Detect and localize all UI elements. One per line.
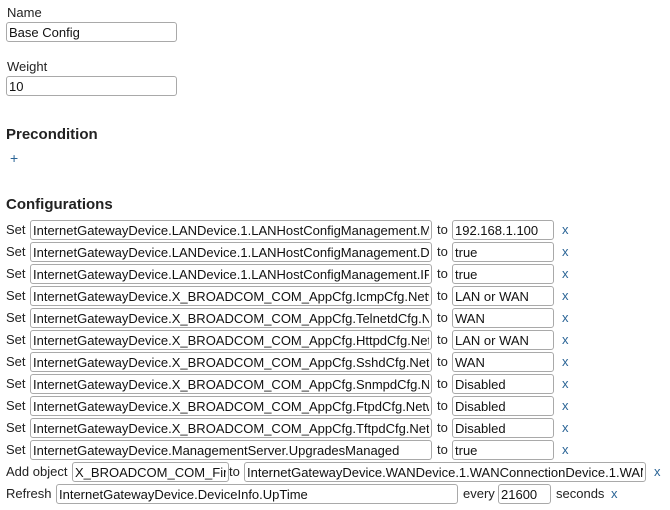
remove-set-button[interactable]: x: [562, 354, 569, 369]
set-to-label: to: [437, 222, 448, 237]
set-row: Set to x: [6, 220, 666, 240]
set-path-input[interactable]: [30, 264, 432, 284]
set-value-input[interactable]: [452, 330, 554, 350]
set-value-input[interactable]: [452, 220, 554, 240]
set-value-input[interactable]: [452, 264, 554, 284]
weight-input[interactable]: [6, 76, 177, 96]
set-path-input[interactable]: [30, 242, 432, 262]
set-row: Set to x: [6, 330, 666, 350]
set-label: Set: [6, 288, 26, 303]
set-label: Set: [6, 332, 26, 347]
refresh-label: Refresh: [6, 486, 52, 501]
remove-set-button[interactable]: x: [562, 244, 569, 259]
set-label: Set: [6, 398, 26, 413]
set-path-input[interactable]: [30, 440, 432, 460]
remove-set-button[interactable]: x: [562, 222, 569, 237]
set-path-input[interactable]: [30, 396, 432, 416]
set-to-label: to: [437, 354, 448, 369]
set-label: Set: [6, 420, 26, 435]
set-label: Set: [6, 310, 26, 325]
set-label: Set: [6, 442, 26, 457]
refresh-interval-input[interactable]: [498, 484, 551, 504]
set-row: Set to x: [6, 286, 666, 306]
add-object-to-label: to: [229, 464, 240, 479]
set-row: Set to x: [6, 308, 666, 328]
name-input[interactable]: [6, 22, 177, 42]
set-to-label: to: [437, 266, 448, 281]
set-row: Set to x: [6, 440, 666, 460]
set-row: Set to x: [6, 242, 666, 262]
remove-set-button[interactable]: x: [562, 288, 569, 303]
set-to-label: to: [437, 420, 448, 435]
set-to-label: to: [437, 310, 448, 325]
set-path-input[interactable]: [30, 374, 432, 394]
set-path-input[interactable]: [30, 308, 432, 328]
set-value-input[interactable]: [452, 308, 554, 328]
set-path-input[interactable]: [30, 418, 432, 438]
refresh-unit-label: seconds: [556, 486, 605, 501]
set-to-label: to: [437, 244, 448, 259]
set-value-input[interactable]: [452, 352, 554, 372]
name-label: Name: [7, 5, 42, 20]
remove-set-button[interactable]: x: [562, 398, 569, 413]
add-object-name-input[interactable]: [72, 462, 229, 482]
remove-set-button[interactable]: x: [562, 310, 569, 325]
set-row: Set to x: [6, 418, 666, 438]
remove-set-button[interactable]: x: [562, 332, 569, 347]
set-value-input[interactable]: [452, 396, 554, 416]
set-path-input[interactable]: [30, 286, 432, 306]
add-object-label: Add object: [6, 464, 68, 479]
remove-set-button[interactable]: x: [562, 420, 569, 435]
add-precondition-button[interactable]: +: [10, 150, 18, 166]
set-row: Set to x: [6, 264, 666, 284]
set-path-input[interactable]: [30, 330, 432, 350]
set-value-input[interactable]: [452, 242, 554, 262]
refresh-row: Refresh every seconds x: [6, 484, 666, 504]
set-to-label: to: [437, 288, 448, 303]
refresh-every-label: every: [463, 486, 495, 501]
set-label: Set: [6, 222, 26, 237]
remove-set-button[interactable]: x: [562, 376, 569, 391]
set-value-input[interactable]: [452, 418, 554, 438]
remove-refresh-button[interactable]: x: [611, 486, 618, 501]
remove-set-button[interactable]: x: [562, 266, 569, 281]
set-to-label: to: [437, 398, 448, 413]
set-value-input[interactable]: [452, 286, 554, 306]
set-path-input[interactable]: [30, 352, 432, 372]
set-path-input[interactable]: [30, 220, 432, 240]
set-label: Set: [6, 354, 26, 369]
remove-set-button[interactable]: x: [562, 442, 569, 457]
set-row: Set to x: [6, 374, 666, 394]
weight-label: Weight: [7, 59, 48, 74]
set-row: Set to x: [6, 352, 666, 372]
set-row: Set to x: [6, 396, 666, 416]
set-to-label: to: [437, 442, 448, 457]
set-value-input[interactable]: [452, 440, 554, 460]
set-label: Set: [6, 376, 26, 391]
set-to-label: to: [437, 376, 448, 391]
configurations-heading: Configurations: [6, 196, 113, 213]
refresh-path-input[interactable]: [56, 484, 458, 504]
remove-add-object-button[interactable]: x: [654, 464, 661, 479]
set-label: Set: [6, 244, 26, 259]
set-to-label: to: [437, 332, 448, 347]
precondition-heading: Precondition: [6, 126, 98, 143]
add-object-row: Add object to x: [6, 462, 666, 482]
set-label: Set: [6, 266, 26, 281]
set-value-input[interactable]: [452, 374, 554, 394]
add-object-target-input[interactable]: [244, 462, 646, 482]
